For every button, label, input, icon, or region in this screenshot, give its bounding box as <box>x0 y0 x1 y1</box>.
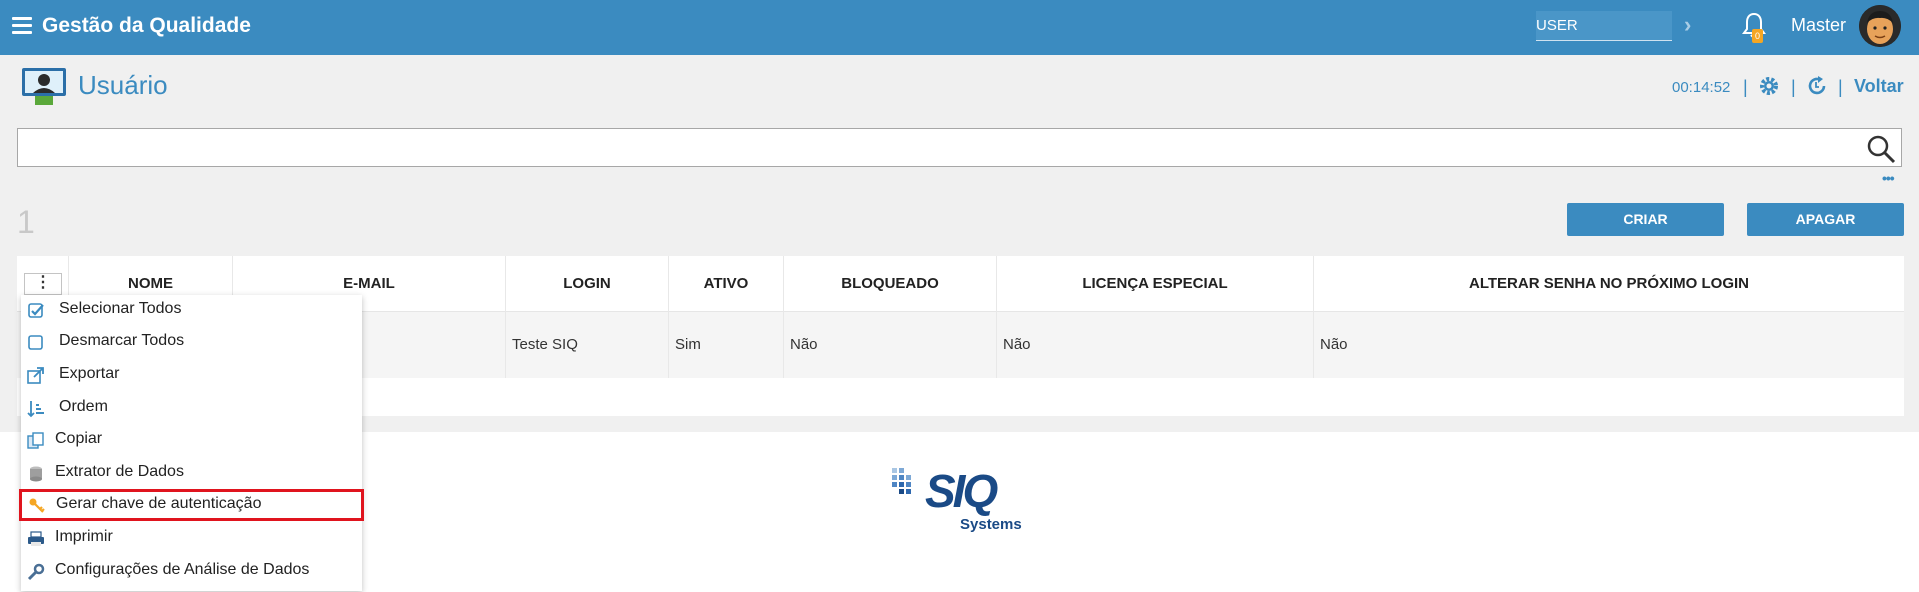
separator: | <box>1743 77 1748 97</box>
logo-subtitle: Systems <box>960 516 1022 533</box>
table-options-menu: Selecionar Todos Desmarcar Todos Exporta… <box>19 295 364 591</box>
database-icon <box>30 466 42 482</box>
menu-item-label: Exportar <box>59 365 120 382</box>
column-header-login[interactable]: LOGIN <box>505 256 668 312</box>
cell-ativo: Sim <box>668 312 783 378</box>
menu-item-label: Extrator de Dados <box>55 463 184 480</box>
export-icon <box>27 367 44 384</box>
session-timer: 00:14:52 <box>1672 79 1731 96</box>
menu-item-data-analysis-settings[interactable]: Configurações de Análise de Dados <box>21 556 362 588</box>
copy-icon <box>27 432 44 449</box>
printer-icon <box>28 531 44 546</box>
delete-button[interactable]: APAGAR <box>1747 203 1904 236</box>
table-menu-button[interactable]: ⋮ <box>24 273 62 295</box>
menu-item-label: Selecionar Todos <box>59 300 182 317</box>
menu-item-export[interactable]: Exportar <box>21 360 362 392</box>
menu-item-label: Ordem <box>59 398 108 415</box>
back-link[interactable]: Voltar <box>1854 76 1904 97</box>
refresh-icon[interactable] <box>1806 75 1828 97</box>
user-select-field[interactable]: USER <box>1536 11 1672 41</box>
record-count: 1 <box>17 204 35 240</box>
page-title: Usuário <box>78 70 168 100</box>
checkbox-empty-icon <box>28 335 43 350</box>
menu-item-generate-auth-key[interactable]: Gerar chave de autenticação <box>19 489 364 521</box>
menu-item-label: Imprimir <box>55 528 113 545</box>
search-input[interactable] <box>17 128 1902 167</box>
chevron-right-icon[interactable]: › <box>1684 12 1691 38</box>
app-title: Gestão da Qualidade <box>42 14 251 37</box>
logo-brand: SIQ <box>925 465 998 517</box>
separator: | <box>1838 77 1843 97</box>
user-monitor-icon <box>22 68 66 105</box>
cell-login: Teste SIQ <box>505 312 668 378</box>
checkbox-checked-icon <box>28 303 44 318</box>
menu-item-label: Desmarcar Todos <box>59 332 185 349</box>
notification-badge: 0 <box>1752 29 1763 43</box>
cell-bloqueado: Não <box>783 312 996 378</box>
gear-icon[interactable] <box>1758 75 1780 97</box>
menu-item-copy[interactable]: Copiar <box>21 425 362 457</box>
siq-logo-mark <box>892 468 911 494</box>
avatar[interactable] <box>1859 5 1901 47</box>
key-icon <box>29 498 45 513</box>
menu-item-data-extractor[interactable]: Extrator de Dados <box>21 458 362 490</box>
create-button[interactable]: CRIAR <box>1567 203 1724 236</box>
search-icon[interactable] <box>1866 134 1896 164</box>
cell-licenca: Não <box>996 312 1313 378</box>
menu-item-label: Gerar chave de autenticação <box>56 495 262 512</box>
hamburger-menu-icon[interactable] <box>12 17 32 35</box>
column-header-licenca[interactable]: LICENÇA ESPECIAL <box>996 256 1313 312</box>
menu-item-select-all[interactable]: Selecionar Todos <box>21 295 362 327</box>
user-name[interactable]: Master <box>1791 15 1846 36</box>
separator: | <box>1791 77 1796 97</box>
column-header-bloqueado[interactable]: BLOQUEADO <box>783 256 996 312</box>
cell-alterar-senha: Não <box>1313 312 1904 378</box>
sort-icon <box>27 401 44 418</box>
column-header-alterar-senha[interactable]: ALTERAR SENHA NO PRÓXIMO LOGIN <box>1313 256 1904 312</box>
column-header-ativo[interactable]: ATIVO <box>668 256 783 312</box>
menu-item-print[interactable]: Imprimir <box>21 523 362 555</box>
top-bar: Gestão da Qualidade USER › 0 Master <box>0 0 1919 55</box>
more-options-icon[interactable]: ••• <box>1882 170 1895 186</box>
menu-item-deselect-all[interactable]: Desmarcar Todos <box>21 327 362 359</box>
menu-item-order[interactable]: Ordem <box>21 393 362 425</box>
wrench-icon <box>27 563 45 581</box>
menu-item-label: Configurações de Análise de Dados <box>55 561 310 578</box>
menu-item-label: Copiar <box>55 430 103 447</box>
